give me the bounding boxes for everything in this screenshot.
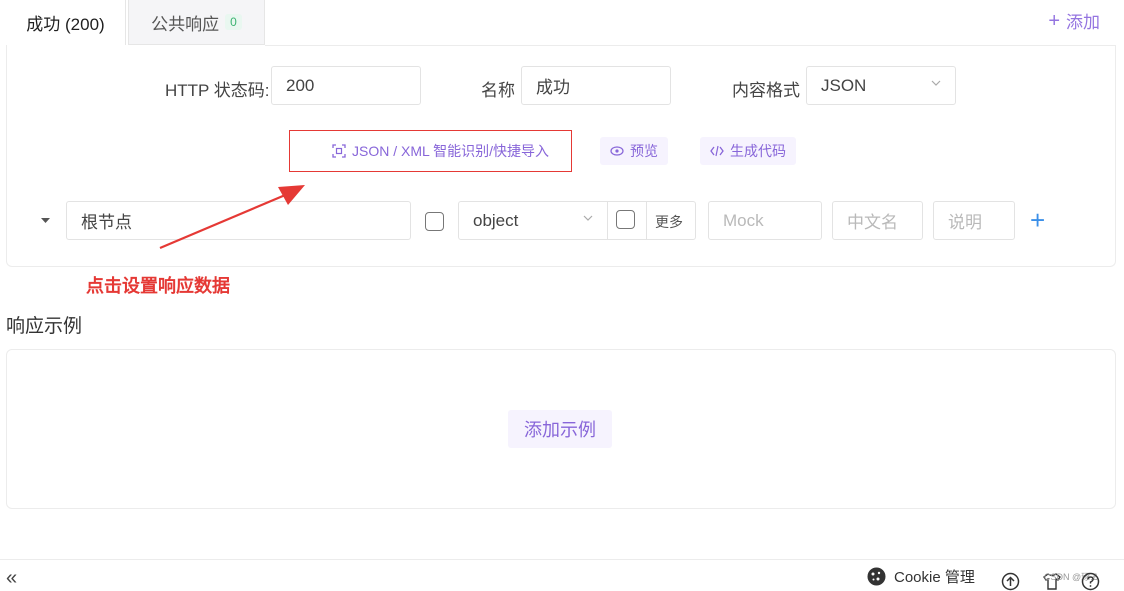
add-field-button[interactable]: + [1030, 207, 1045, 233]
root-node-value: 根节点 [81, 213, 132, 232]
plus-icon: + [1048, 9, 1060, 32]
tab-common-response[interactable]: 公共响应 0 [128, 0, 265, 45]
tab-success-200[interactable]: 成功 (200) [6, 0, 126, 45]
cookie-icon [867, 567, 886, 586]
status-code-value: 200 [286, 75, 315, 95]
status-code-input[interactable]: 200 [271, 66, 421, 105]
add-example-button[interactable]: 添加示例 [508, 410, 612, 448]
description-placeholder: 说明 [948, 213, 982, 232]
cookie-manager-label: Cookie 管理 [894, 569, 975, 586]
annotation-text: 点击设置响应数据 [86, 276, 230, 296]
generate-code-button[interactable]: 生成代码 [700, 137, 796, 165]
chinese-name-input[interactable]: 中文名 [832, 201, 923, 240]
nullable-checkbox[interactable] [616, 210, 635, 229]
highlight-box [289, 130, 572, 172]
content-format-label: 内容格式 [732, 81, 800, 100]
name-input[interactable]: 成功 [521, 66, 671, 105]
description-input[interactable]: 说明 [933, 201, 1015, 240]
content-format-select[interactable]: JSON [806, 66, 956, 105]
chevron-down-icon [931, 80, 941, 86]
chinese-name-placeholder: 中文名 [847, 213, 898, 232]
tab-count-badge: 0 [225, 14, 242, 30]
tab-success-label: 成功 (200) [26, 15, 105, 34]
cookie-manager-button[interactable]: Cookie 管理 [867, 566, 975, 587]
help-icon[interactable] [1081, 572, 1100, 591]
response-example-title: 响应示例 [6, 316, 83, 337]
type-select[interactable]: object [458, 201, 608, 240]
more-button[interactable]: 更多 [655, 212, 683, 232]
annotation-arrow-icon [159, 185, 305, 250]
content-format-value: JSON [821, 75, 867, 95]
mock-input[interactable]: Mock [708, 201, 822, 240]
generate-code-label: 生成代码 [730, 143, 786, 159]
mock-placeholder: Mock [723, 210, 764, 230]
upload-icon[interactable] [1001, 572, 1020, 591]
type-value: object [473, 210, 519, 230]
code-icon [710, 145, 724, 157]
preview-label: 预览 [630, 143, 658, 159]
caret-down-icon[interactable] [41, 218, 50, 224]
add-response-label: 添加 [1066, 13, 1100, 32]
collapse-sidebar-icon[interactable]: « [6, 568, 17, 588]
chevron-down-icon [583, 215, 593, 221]
preview-button[interactable]: 预览 [600, 137, 668, 165]
divider [646, 201, 647, 240]
status-code-label: HTTP 状态码: [165, 81, 270, 100]
name-value: 成功 [536, 78, 570, 97]
name-label: 名称 [481, 81, 515, 100]
tab-common-label: 公共响应 [151, 14, 220, 34]
required-checkbox[interactable] [425, 212, 444, 231]
eye-icon [610, 146, 624, 156]
add-response-button[interactable]: + 添加 [1048, 8, 1100, 33]
